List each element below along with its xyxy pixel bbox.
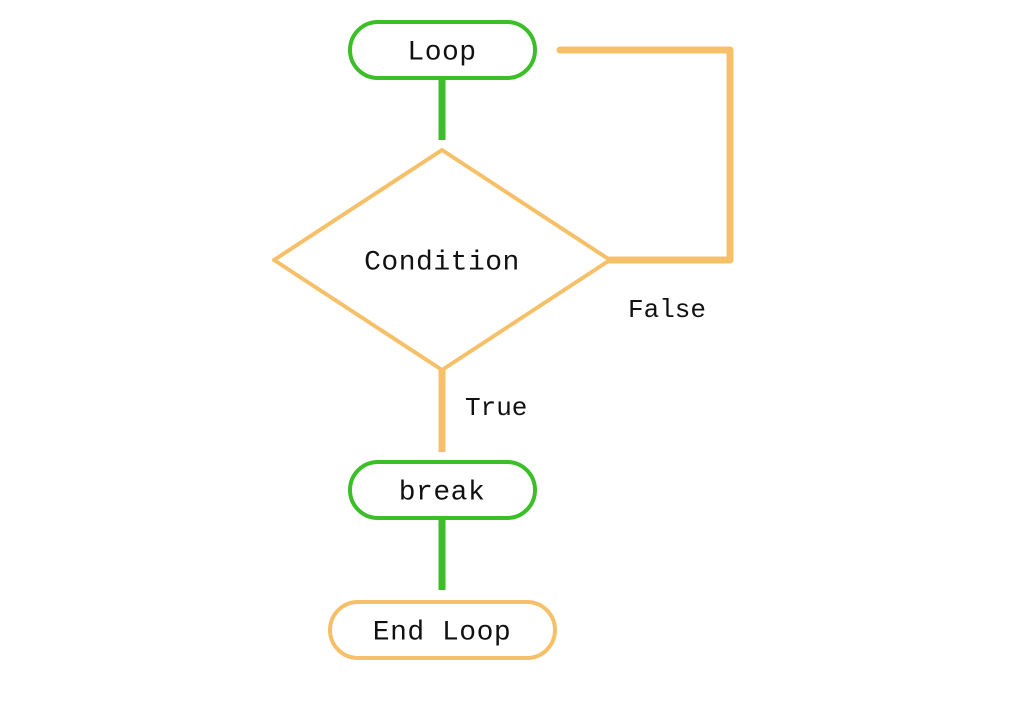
node-break-label: break [399,477,486,508]
node-end: End Loop [330,602,555,658]
edge-condition-true-label: True [465,393,527,423]
node-condition-label: Condition [364,247,520,278]
edge-condition-false [560,50,730,260]
edge-condition-false-label: False [628,295,706,325]
flowchart: True False Loop Condition break End Loop [0,0,1024,724]
node-end-label: End Loop [373,617,511,648]
node-break: break [350,462,535,518]
node-condition: Condition [274,150,610,370]
node-loop-label: Loop [407,37,476,68]
node-loop: Loop [350,22,535,78]
